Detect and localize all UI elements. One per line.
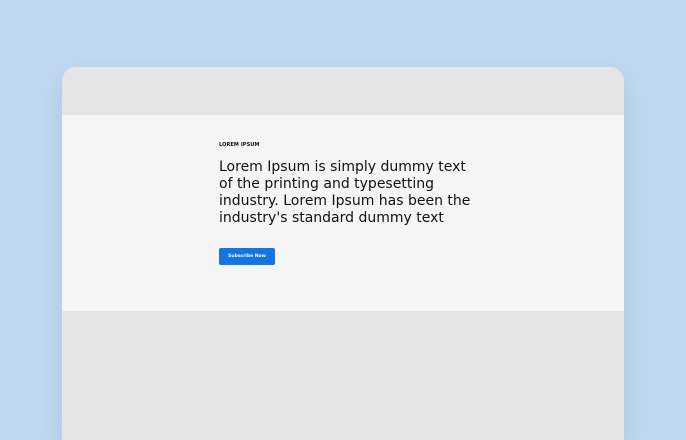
subscribe-now-button[interactable]: Subscribe Now	[219, 248, 275, 265]
lower-section	[62, 314, 624, 440]
hero-headline: Lorem Ipsum is simply dummy text of the …	[219, 159, 471, 226]
hero-eyebrow: LOREM IPSUM	[219, 142, 260, 148]
hero-content: LOREM IPSUM Lorem Ipsum is simply dummy …	[219, 142, 479, 265]
hero-section: LOREM IPSUM Lorem Ipsum is simply dummy …	[62, 115, 624, 311]
window-top-bar	[62, 67, 624, 115]
browser-window: LOREM IPSUM Lorem Ipsum is simply dummy …	[62, 67, 624, 440]
